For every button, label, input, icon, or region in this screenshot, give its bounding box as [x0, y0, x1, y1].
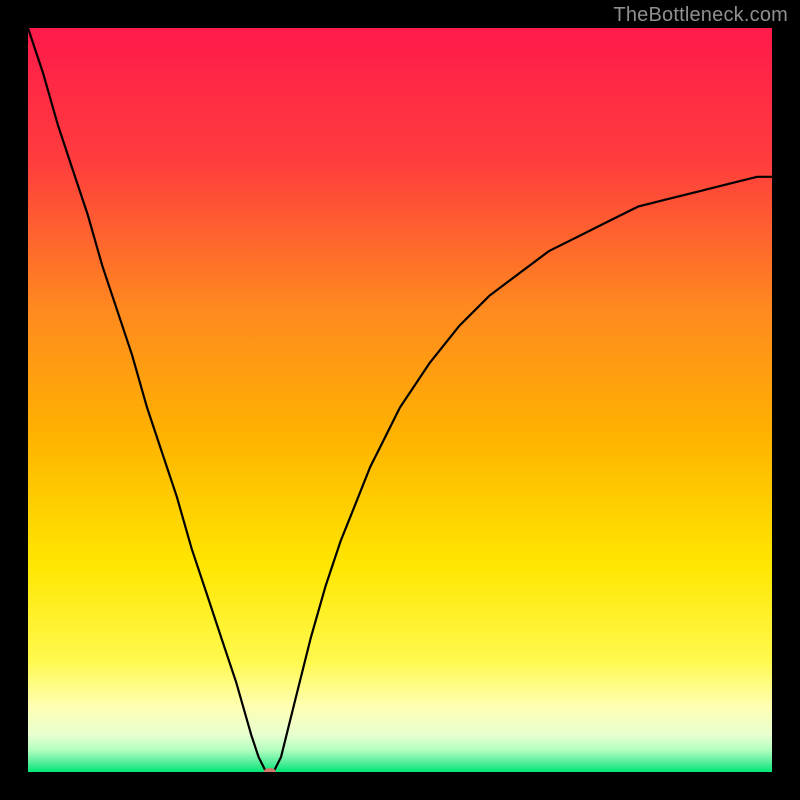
- bottleneck-plot: [28, 28, 772, 772]
- chart-frame: TheBottleneck.com: [0, 0, 800, 800]
- watermark-text: TheBottleneck.com: [613, 4, 788, 27]
- plot-background: [28, 28, 772, 772]
